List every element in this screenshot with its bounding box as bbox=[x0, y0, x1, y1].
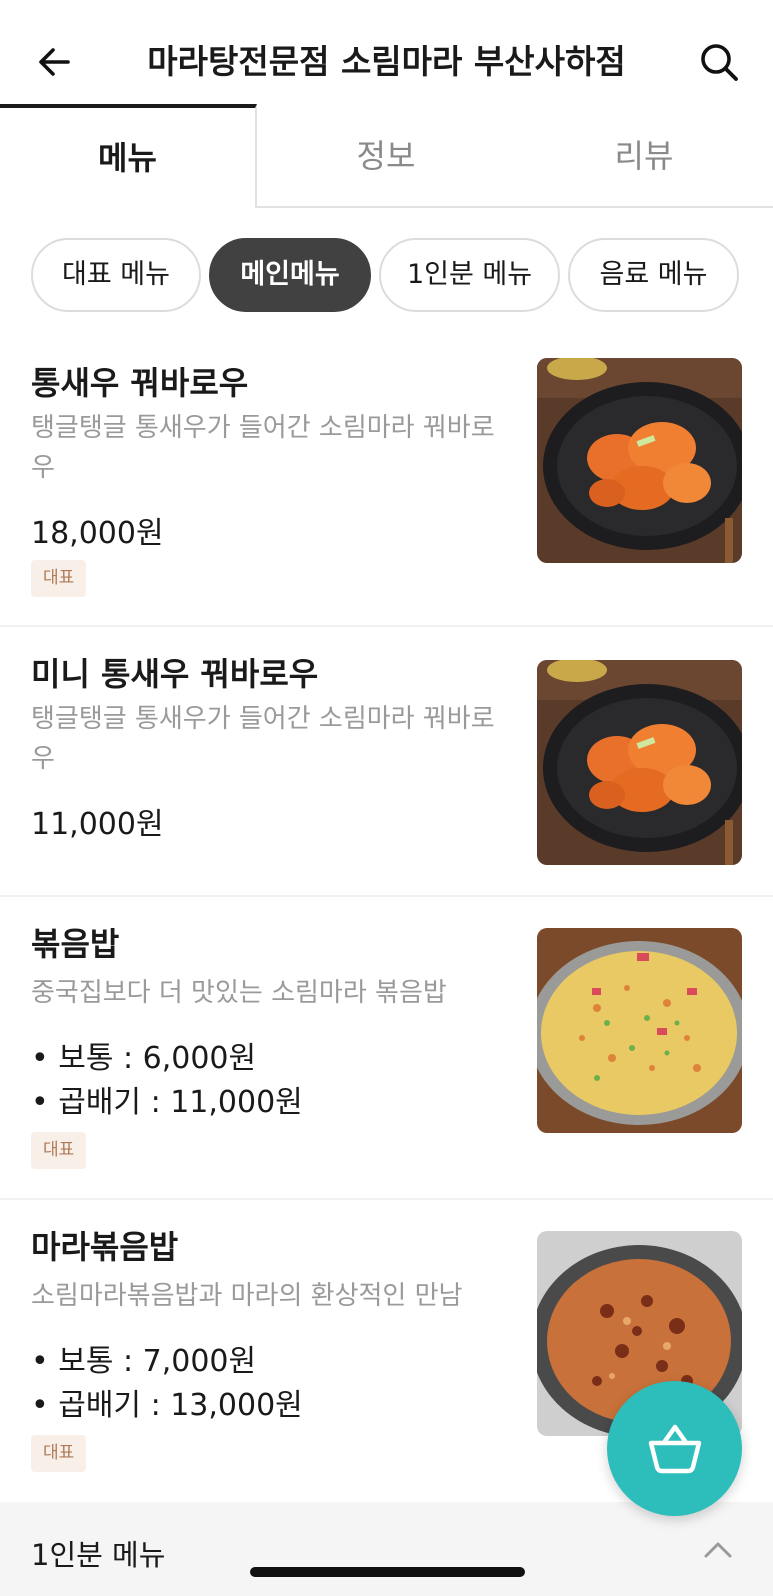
chip-signature-menu[interactable]: 대표 메뉴 bbox=[31, 238, 201, 312]
back-arrow-icon bbox=[39, 48, 70, 76]
item-option-large: • 곱배기 : 11,000원 bbox=[31, 1085, 303, 1120]
item-description: 탱글탱글 통새우가 들어간 소림마라 꿔바로 우 bbox=[31, 413, 495, 483]
tab-menu[interactable]: 메뉴 bbox=[0, 104, 257, 208]
tab-info[interactable]: 정보 bbox=[257, 104, 515, 208]
chip-single-menu[interactable]: 1인분 메뉴 bbox=[379, 238, 560, 312]
shrimp-dish-image bbox=[537, 660, 742, 865]
item-description: 탱글탱글 통새우가 들어간 소림마라 꿔바로 우 bbox=[31, 704, 495, 774]
shrimp-dish-image bbox=[537, 358, 742, 563]
menu-item[interactable]: 미니 통새우 꿔바로우 탱글탱글 통새우가 들어간 소림마라 꿔바로 우 11,… bbox=[0, 629, 773, 897]
fried-rice-image bbox=[537, 928, 742, 1133]
menu-item[interactable]: 통새우 꿔바로우 탱글탱글 통새우가 들어간 소림마라 꿔바로 우 18,000… bbox=[0, 338, 773, 627]
item-price: 11,000원 bbox=[31, 807, 164, 842]
menu-item[interactable]: 볶음밥 중국집보다 더 맛있는 소림마라 볶음밥 • 보통 : 6,000원 •… bbox=[0, 899, 773, 1200]
item-name: 볶음밥 bbox=[31, 925, 120, 963]
section-title: 1인분 메뉴 bbox=[31, 1538, 166, 1572]
cart-button[interactable] bbox=[607, 1381, 742, 1516]
signature-badge: 대표 bbox=[31, 560, 87, 597]
chevron-up-icon[interactable] bbox=[700, 1532, 736, 1568]
signature-badge: 대표 bbox=[31, 1132, 87, 1169]
store-tabs: 메뉴 정보 리뷰 bbox=[0, 104, 773, 208]
search-icon bbox=[701, 44, 738, 81]
category-chips: 대표 메뉴 메인메뉴 1인분 메뉴 음료 메뉴 bbox=[0, 238, 773, 314]
home-indicator bbox=[250, 1567, 525, 1577]
item-description: 중국집보다 더 맛있는 소림마라 볶음밥 bbox=[31, 978, 447, 1008]
item-option-regular: • 보통 : 7,000원 bbox=[31, 1344, 257, 1379]
chip-drink-menu[interactable]: 음료 메뉴 bbox=[568, 238, 739, 312]
item-option-regular: • 보통 : 6,000원 bbox=[31, 1041, 257, 1076]
search-button[interactable] bbox=[691, 34, 747, 90]
item-description: 소림마라볶음밥과 마라의 환상적인 만남 bbox=[31, 1281, 463, 1311]
item-option-large: • 곱배기 : 13,000원 bbox=[31, 1388, 303, 1423]
page-title: 마라탕전문점 소림마라 부산사하점 bbox=[147, 42, 626, 81]
tab-review[interactable]: 리뷰 bbox=[515, 104, 773, 208]
item-photo bbox=[537, 928, 742, 1133]
item-name: 마라볶음밥 bbox=[31, 1228, 179, 1266]
app-header: 마라탕전문점 소림마라 부산사하점 bbox=[0, 0, 773, 108]
item-photo bbox=[537, 358, 742, 563]
back-button[interactable] bbox=[28, 36, 80, 88]
chip-main-menu[interactable]: 메인메뉴 bbox=[209, 238, 371, 312]
item-photo bbox=[537, 660, 742, 865]
signature-badge: 대표 bbox=[31, 1435, 87, 1472]
basket-icon bbox=[648, 1424, 701, 1473]
item-name: 통새우 꿔바로우 bbox=[31, 364, 249, 402]
section-header-single-menu[interactable]: 1인분 메뉴 bbox=[0, 1502, 773, 1596]
item-name: 미니 통새우 꿔바로우 bbox=[31, 655, 319, 693]
item-price: 18,000원 bbox=[31, 516, 164, 551]
